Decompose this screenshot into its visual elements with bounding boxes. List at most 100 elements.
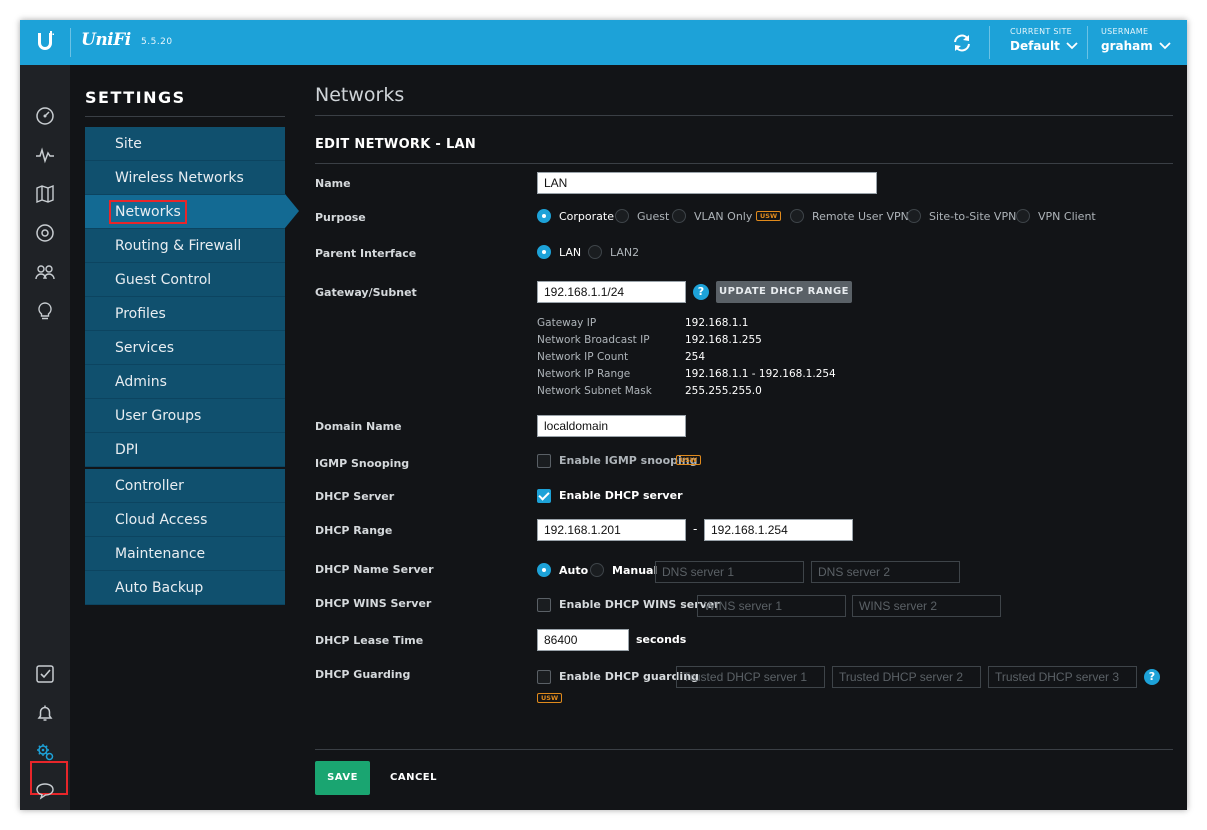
lease-time-input[interactable]: 86400 bbox=[537, 629, 629, 651]
dns-server-2-input[interactable]: DNS server 2 bbox=[811, 561, 960, 583]
parent-lan-radio[interactable] bbox=[537, 245, 551, 259]
divider bbox=[315, 115, 1173, 116]
name-server-manual-label: Manual bbox=[612, 564, 658, 577]
dhcp-wins-checkbox-label: Enable DHCP WINS server bbox=[559, 598, 720, 611]
domain-name-input[interactable]: localdomain bbox=[537, 415, 686, 437]
broadcast-ip-value: 192.168.1.255 bbox=[685, 334, 762, 346]
menu-item-label: Controller bbox=[115, 478, 184, 494]
dhcp-range-label: DHCP Range bbox=[315, 524, 393, 537]
dhcp-wins-checkbox[interactable] bbox=[537, 598, 551, 612]
current-site-selector[interactable]: CURRENT SITE Default bbox=[1010, 27, 1078, 53]
menu-item-label: Profiles bbox=[115, 306, 166, 322]
save-button[interactable]: SAVE bbox=[315, 761, 370, 795]
menu-item-profiles[interactable]: Profiles bbox=[85, 297, 285, 331]
trusted-dhcp-server-3-input[interactable]: Trusted DHCP server 3 bbox=[988, 666, 1137, 688]
dashboard-icon[interactable] bbox=[34, 105, 56, 127]
ubiquiti-logo-icon[interactable] bbox=[33, 30, 57, 54]
menu-item-label: Routing & Firewall bbox=[115, 238, 242, 254]
lease-time-label: DHCP Lease Time bbox=[315, 634, 424, 647]
range-separator: - bbox=[693, 522, 698, 536]
help-icon[interactable]: ? bbox=[693, 284, 709, 300]
menu-item-dpi[interactable]: DPI bbox=[85, 433, 285, 467]
page-title: Networks bbox=[315, 84, 405, 106]
menu-item-services[interactable]: Services bbox=[85, 331, 285, 365]
gateway-ip-label: Gateway IP bbox=[537, 317, 597, 329]
trusted-dhcp-server-1-input[interactable]: Trusted DHCP server 1 bbox=[676, 666, 825, 688]
menu-item-controller[interactable]: Controller bbox=[85, 469, 285, 503]
dns-server-1-input[interactable]: DNS server 1 bbox=[655, 561, 804, 583]
menu-item-label: User Groups bbox=[115, 408, 202, 424]
purpose-site-to-site-vpn-radio[interactable] bbox=[907, 209, 921, 223]
dhcp-name-server-label: DHCP Name Server bbox=[315, 563, 434, 576]
statistics-icon[interactable] bbox=[34, 144, 56, 166]
refresh-icon[interactable] bbox=[951, 32, 973, 54]
menu-item-user-groups[interactable]: User Groups bbox=[85, 399, 285, 433]
dhcp-range-start-input[interactable]: 192.168.1.201 bbox=[537, 519, 686, 541]
menu-item-label: Site bbox=[115, 136, 142, 152]
subnet-mask-value: 255.255.255.0 bbox=[685, 385, 762, 397]
trusted-dhcp-server-2-input[interactable]: Trusted DHCP server 2 bbox=[832, 666, 981, 688]
help-icon[interactable]: ? bbox=[1144, 669, 1160, 685]
current-site-label: CURRENT SITE bbox=[1010, 27, 1073, 36]
purpose-vlan-only-radio[interactable] bbox=[672, 209, 686, 223]
menu-item-label: Networks bbox=[109, 200, 187, 224]
purpose-remote-user-vpn-radio[interactable] bbox=[790, 209, 804, 223]
ip-range-label: Network IP Range bbox=[537, 368, 631, 380]
purpose-vpn-client-radio[interactable] bbox=[1016, 209, 1030, 223]
menu-item-networks[interactable]: Networks bbox=[85, 195, 285, 229]
alerts-icon[interactable] bbox=[34, 702, 56, 724]
dhcp-server-checkbox[interactable] bbox=[537, 489, 551, 503]
menu-item-label: Admins bbox=[115, 374, 167, 390]
menu-item-cloud-access[interactable]: Cloud Access bbox=[85, 503, 285, 537]
gateway-subnet-label: Gateway/Subnet bbox=[315, 286, 417, 299]
ip-count-label: Network IP Count bbox=[537, 351, 629, 363]
menu-item-label: Guest Control bbox=[115, 272, 212, 288]
settings-title: SETTINGS bbox=[85, 88, 186, 107]
menu-item-site[interactable]: Site bbox=[85, 127, 285, 161]
parent-interface-label: Parent Interface bbox=[315, 247, 417, 260]
username-selector[interactable]: USERNAME graham bbox=[1101, 27, 1171, 53]
name-label: Name bbox=[315, 177, 351, 190]
purpose-corporate-label: Corporate bbox=[559, 210, 614, 223]
menu-item-admins[interactable]: Admins bbox=[85, 365, 285, 399]
cancel-button[interactable]: CANCEL bbox=[382, 761, 445, 795]
wins-server-2-input[interactable]: WINS server 2 bbox=[852, 595, 1001, 617]
name-input[interactable]: LAN bbox=[537, 172, 877, 194]
purpose-corporate-radio[interactable] bbox=[537, 209, 551, 223]
parent-lan2-radio[interactable] bbox=[588, 245, 602, 259]
wins-server-1-input[interactable]: WINS server 1 bbox=[697, 595, 846, 617]
menu-item-maintenance[interactable]: Maintenance bbox=[85, 537, 285, 571]
support-icon[interactable] bbox=[34, 780, 56, 802]
dhcp-range-end-input[interactable]: 192.168.1.254 bbox=[704, 519, 853, 541]
menu-item-wireless-networks[interactable]: Wireless Networks bbox=[85, 161, 285, 195]
menu-item-label: Wireless Networks bbox=[115, 170, 244, 186]
purpose-guest-radio[interactable] bbox=[615, 209, 629, 223]
name-server-auto-radio[interactable] bbox=[537, 563, 551, 577]
menu-item-label: Services bbox=[115, 340, 175, 356]
devices-icon[interactable] bbox=[34, 222, 56, 244]
section-title: EDIT NETWORK - LAN bbox=[315, 137, 477, 152]
header-divider bbox=[989, 26, 990, 59]
menu-item-label: Cloud Access bbox=[115, 512, 208, 528]
logo-divider bbox=[70, 28, 71, 57]
menu-item-routing-firewall[interactable]: Routing & Firewall bbox=[85, 229, 285, 263]
name-server-manual-radio[interactable] bbox=[590, 563, 604, 577]
update-dhcp-range-button[interactable]: UPDATE DHCP RANGE bbox=[716, 281, 852, 303]
insights-icon[interactable] bbox=[34, 300, 56, 322]
igmp-snooping-checkbox[interactable] bbox=[537, 454, 551, 468]
dhcp-guarding-checkbox[interactable] bbox=[537, 670, 551, 684]
menu-item-guest-control[interactable]: Guest Control bbox=[85, 263, 285, 297]
purpose-guest-label: Guest bbox=[637, 210, 670, 223]
map-icon[interactable] bbox=[34, 183, 56, 205]
unifi-brand: UniFi bbox=[81, 30, 131, 50]
chevron-down-icon bbox=[1159, 42, 1171, 50]
gateway-subnet-input[interactable]: 192.168.1.1/24 bbox=[537, 281, 686, 303]
settings-icon[interactable] bbox=[34, 741, 56, 763]
broadcast-ip-label: Network Broadcast IP bbox=[537, 334, 650, 346]
parent-lan-label: LAN bbox=[559, 246, 582, 259]
app-window: UniFi 5.5.20 CURRENT SITE Default USERNA… bbox=[20, 20, 1187, 810]
menu-item-auto-backup[interactable]: Auto Backup bbox=[85, 571, 285, 605]
tasks-icon[interactable] bbox=[34, 663, 56, 685]
clients-icon[interactable] bbox=[34, 261, 56, 283]
igmp-snooping-label: IGMP Snooping bbox=[315, 457, 410, 470]
